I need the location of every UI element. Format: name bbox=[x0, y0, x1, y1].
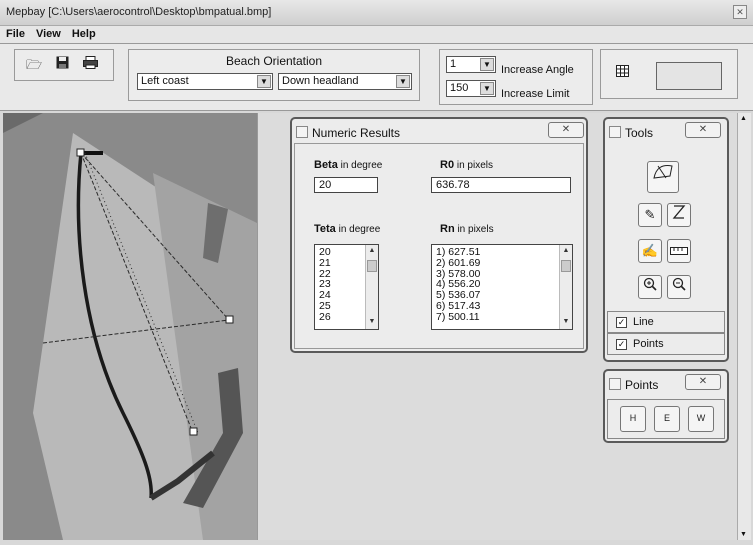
table-icon[interactable] bbox=[613, 64, 631, 82]
headland-select[interactable]: Down headland ▼ bbox=[278, 73, 412, 90]
beta-field[interactable]: 20 bbox=[314, 177, 378, 193]
teta-list[interactable]: 20 21 22 23 24 25 26 ▲ ▼ bbox=[314, 244, 379, 330]
r0-label: R0 in pixels bbox=[440, 159, 493, 171]
chevron-down-icon[interactable]: ▼ bbox=[396, 75, 410, 88]
close-icon[interactable]: ✕ bbox=[733, 5, 747, 19]
bay-image-canvas[interactable] bbox=[3, 113, 257, 540]
open-folder-icon[interactable]: 🗁 bbox=[25, 56, 43, 74]
scroll-down-icon[interactable]: ▼ bbox=[740, 531, 747, 538]
menu-bar: File View Help bbox=[0, 26, 753, 44]
zigzag-icon bbox=[672, 205, 686, 219]
rn-list[interactable]: 1) 627.51 2) 601.69 3) 578.00 4) 556.20 … bbox=[431, 244, 573, 330]
menu-view[interactable]: View bbox=[30, 26, 66, 40]
list-scrollbar[interactable]: ▲ ▼ bbox=[559, 245, 572, 329]
increase-limit-select[interactable]: 150 ▼ bbox=[446, 80, 496, 97]
extra-group bbox=[600, 49, 738, 99]
tools-title: Tools bbox=[625, 126, 654, 140]
print-icon[interactable] bbox=[81, 56, 99, 74]
headland-select-value: Down headland bbox=[282, 75, 359, 87]
ruler-icon bbox=[670, 247, 688, 255]
increase-angle-value: 1 bbox=[450, 58, 457, 70]
list-item[interactable]: 2) 601.69 bbox=[436, 257, 568, 269]
menu-file[interactable]: File bbox=[0, 26, 30, 40]
scroll-down-icon[interactable]: ▼ bbox=[366, 317, 378, 328]
angle-controls-group: 1 ▼ Increase Angle 150 ▼ Increase Limit bbox=[439, 49, 593, 105]
window-icon bbox=[609, 378, 621, 390]
point-w-button[interactable]: W bbox=[688, 406, 714, 432]
window-icon bbox=[609, 126, 621, 138]
r0-field[interactable]: 636.78 bbox=[431, 177, 571, 193]
numeric-results-title: Numeric Results bbox=[312, 126, 401, 140]
point-h-button[interactable]: H bbox=[620, 406, 646, 432]
increase-angle-label: Increase Angle bbox=[501, 64, 574, 76]
save-icon[interactable] bbox=[53, 56, 71, 74]
increase-limit-value: 150 bbox=[450, 82, 469, 94]
title-bar: Mepbay [C:\Users\aerocontrol\Desktop\bmp… bbox=[0, 0, 753, 26]
window-icon bbox=[296, 126, 308, 138]
zoom-in-button[interactable] bbox=[638, 275, 662, 299]
bay-shape-tool-button[interactable] bbox=[647, 161, 679, 193]
point-e-label: E bbox=[663, 413, 670, 423]
status-box bbox=[656, 62, 722, 90]
beta-label: Beta in degree bbox=[314, 159, 383, 171]
bay-photo bbox=[3, 113, 257, 540]
list-item[interactable]: 7) 500.11 bbox=[436, 311, 568, 323]
zigzag-tool-button[interactable] bbox=[667, 203, 691, 227]
close-icon[interactable]: ✕ bbox=[685, 122, 721, 138]
points-panel: Points ✕ H E W bbox=[603, 369, 729, 443]
zoom-out-button[interactable] bbox=[667, 275, 691, 299]
tools-panel: Tools ✕ ✎ ✍ ✓ Line ✓ Points bbox=[603, 117, 729, 362]
scroll-up-icon[interactable]: ▲ bbox=[560, 246, 572, 257]
zoom-out-icon bbox=[672, 277, 686, 291]
bay-shape-icon bbox=[653, 165, 673, 179]
coast-select-value: Left coast bbox=[141, 75, 189, 87]
scroll-thumb[interactable] bbox=[367, 260, 377, 272]
line-label: Line bbox=[633, 316, 654, 328]
points-checkbox[interactable]: ✓ bbox=[616, 339, 627, 350]
points-label: Points bbox=[633, 338, 664, 350]
chevron-down-icon[interactable]: ▼ bbox=[480, 82, 494, 95]
increase-limit-label: Increase Limit bbox=[501, 88, 570, 100]
points-toggle[interactable]: ✓ Points bbox=[607, 333, 725, 355]
scroll-down-icon[interactable]: ▼ bbox=[560, 317, 572, 328]
scroll-thumb[interactable] bbox=[561, 260, 571, 272]
coast-select[interactable]: Left coast ▼ bbox=[137, 73, 273, 90]
beach-orientation-group: Beach Orientation Left coast ▼ Down head… bbox=[128, 49, 420, 101]
point-e-button[interactable]: E bbox=[654, 406, 680, 432]
point-w-label: W bbox=[696, 413, 706, 423]
line-toggle[interactable]: ✓ Line bbox=[607, 311, 725, 333]
vertical-scrollbar[interactable]: ▲ ▼ bbox=[737, 113, 751, 540]
chevron-down-icon[interactable]: ▼ bbox=[257, 75, 271, 88]
teta-label: Teta in degree bbox=[314, 223, 381, 235]
point-h-label: H bbox=[629, 413, 637, 423]
beach-orientation-label: Beach Orientation bbox=[225, 54, 323, 68]
ruler-tool-button[interactable] bbox=[667, 239, 691, 263]
rn-label: Rn in pixels bbox=[440, 223, 494, 235]
zoom-in-icon bbox=[643, 277, 657, 291]
increase-angle-select[interactable]: 1 ▼ bbox=[446, 56, 496, 73]
scroll-up-icon[interactable]: ▲ bbox=[366, 246, 378, 257]
toolbar: 🗁 Beach Orientation Left coast ▼ Down he… bbox=[0, 44, 753, 111]
pencil-tool-button[interactable]: ✎ bbox=[638, 203, 662, 227]
draw-tool-button[interactable]: ✍ bbox=[638, 239, 662, 263]
points-buttons: H E W bbox=[607, 399, 725, 439]
file-button-group: 🗁 bbox=[14, 49, 114, 81]
close-icon[interactable]: ✕ bbox=[548, 122, 584, 138]
line-checkbox[interactable]: ✓ bbox=[616, 317, 627, 328]
chevron-down-icon[interactable]: ▼ bbox=[480, 58, 494, 71]
points-title: Points bbox=[625, 378, 659, 392]
numeric-results-panel: Numeric Results ✕ Beta in degree 20 R0 i… bbox=[290, 117, 588, 353]
scroll-up-icon[interactable]: ▲ bbox=[740, 115, 747, 122]
menu-help[interactable]: Help bbox=[66, 26, 101, 40]
window-title: Mepbay [C:\Users\aerocontrol\Desktop\bmp… bbox=[6, 6, 272, 18]
list-scrollbar[interactable]: ▲ ▼ bbox=[365, 245, 378, 329]
close-icon[interactable]: ✕ bbox=[685, 374, 721, 390]
